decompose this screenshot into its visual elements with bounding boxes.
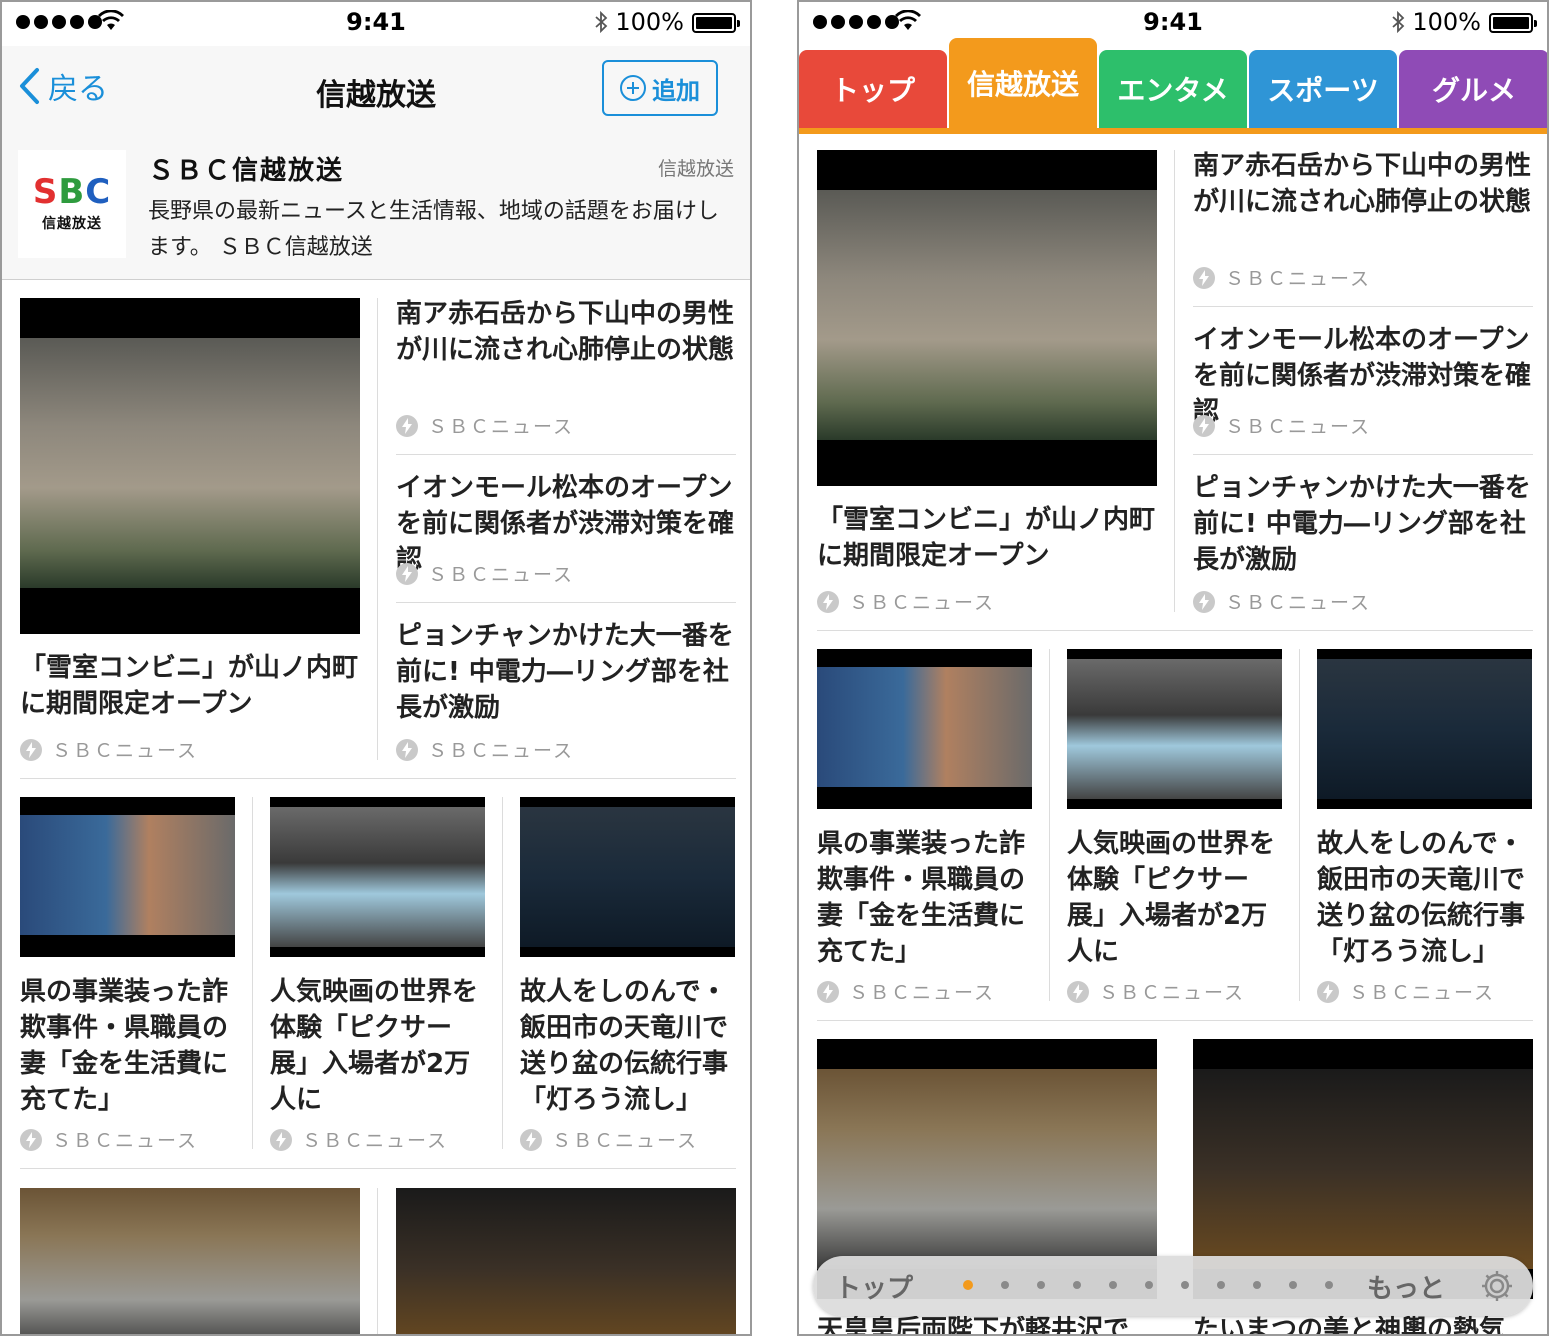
tab-entertainment[interactable]: エンタメ [1099,50,1247,128]
lightning-icon [520,1128,542,1151]
bluetooth-icon [595,10,608,34]
channel-description: 長野県の最新ニュースと生活情報、地域の話題をお届けします。 ＳＢＣ信越放送 [148,199,719,260]
page-dots [963,1280,1333,1290]
status-bar: 9:41 100% [799,2,1547,46]
article-title[interactable]: 県の事業装った詐欺事件・県職員の妻「金を生活費に充てた」 [817,826,1035,970]
battery-percent: 100% [615,8,684,36]
article-title[interactable]: 「雪室コンビニ」が山ノ内町に期間限定オープン [20,650,366,722]
article-thumbnail[interactable] [520,797,735,957]
article-source: ＳＢＣニュース [396,560,574,587]
page-dot[interactable] [1073,1281,1081,1289]
article-source: ＳＢＣニュース [817,978,995,1005]
add-channel-button[interactable]: 追加 [602,60,718,116]
article-source: ＳＢＣニュース [520,1126,698,1153]
article-source: ＳＢＣニュース [20,1126,198,1153]
tab-underline [799,128,1547,134]
article-source: ＳＢＣニュース [1193,412,1371,439]
tab-gourmet[interactable]: グルメ [1399,50,1547,128]
phone-screen-channel: 9:41 100% 戻る 信越放送 追加 SBC 信越放送 ＳＢＣ信越放送 信越… [0,0,752,1336]
article-title[interactable]: ピョンチャンかけた大一番を前に! 中電力―リング部を社長が激励 [396,618,738,726]
article-title[interactable]: 南ア赤石岳から下山中の男性が川に流され心肺停止の状態 [396,296,738,368]
article-thumbnail[interactable] [20,1188,360,1334]
article-source: ＳＢＣニュース [396,736,574,763]
tab-top[interactable]: トップ [799,50,947,128]
page-dot[interactable] [1181,1281,1189,1289]
article-source: ＳＢＣニュース [817,588,995,615]
lightning-icon [817,590,839,613]
battery-percent: 100% [1412,8,1481,36]
page-dot[interactable] [1109,1281,1117,1289]
add-label: 追加 [652,76,700,105]
article-thumbnail[interactable] [396,1188,736,1334]
article-title[interactable]: 人気映画の世界を体験「ピクサー展」入場者が2万人に [270,974,490,1118]
lightning-icon [396,414,418,437]
article-source: ＳＢＣニュース [20,736,198,763]
page-dot[interactable] [1289,1281,1297,1289]
lightning-icon [1193,590,1215,613]
article-source: ＳＢＣニュース [270,1126,448,1153]
channel-header: SBC 信越放送 ＳＢＣ信越放送 信越放送 長野県の最新ニュースと生活情報、地域… [2,136,750,280]
phone-screen-tabs: 9:41 100% トップ 信越放送 エンタメ スポーツ グルメ 「雪室コンビニ… [797,0,1549,1336]
article-thumbnail[interactable] [1067,649,1282,809]
lightning-icon [817,980,839,1003]
lightning-icon [1193,266,1215,289]
status-bar: 9:41 100% [2,2,750,46]
article-title[interactable]: 故人をしのんで・飯田市の天竜川で送り盆の伝統行事「灯ろう流し」 [520,974,740,1118]
page-dot[interactable] [1253,1281,1261,1289]
channel-tag: 信越放送 [657,158,734,180]
article-source: ＳＢＣニュース [1067,978,1245,1005]
plus-circle-icon [620,75,646,101]
article-thumbnail[interactable] [817,150,1157,486]
article-thumbnail[interactable] [20,298,360,634]
lightning-icon [1193,414,1215,437]
lightning-icon [1317,980,1339,1003]
article-title[interactable]: 故人をしのんで・飯田市の天竜川で送り盆の伝統行事「灯ろう流し」 [1317,826,1537,970]
gear-icon[interactable] [1479,1268,1515,1304]
article-title[interactable]: 南ア赤石岳から下山中の男性が川に流され心肺停止の状態 [1193,148,1535,220]
pager-more-label[interactable]: もっと [1367,1268,1445,1305]
article-source: ＳＢＣニュース [1317,978,1495,1005]
battery-icon [692,13,740,33]
lightning-icon [270,1128,292,1151]
article-source: ＳＢＣニュース [1193,264,1371,291]
article-title[interactable]: 人気映画の世界を体験「ピクサー展」入場者が2万人に [1067,826,1287,970]
lightning-icon [1067,980,1089,1003]
channel-name: ＳＢＣ信越放送 [148,156,345,186]
pager-top-label[interactable]: トップ [835,1268,913,1305]
tab-sports[interactable]: スポーツ [1249,50,1397,128]
article-title[interactable]: 県の事業装った詐欺事件・県職員の妻「金を生活費に充てた」 [20,974,238,1118]
page-dot[interactable] [1145,1281,1153,1289]
article-thumbnail[interactable] [1317,649,1532,809]
article-thumbnail[interactable] [20,797,235,957]
category-tab-bar: トップ 信越放送 エンタメ スポーツ グルメ [799,38,1547,134]
page-dot[interactable] [963,1280,973,1290]
lightning-icon [20,1128,42,1151]
article-title[interactable]: ピョンチャンかけた大一番を前に! 中電力―リング部を社長が激励 [1193,470,1535,578]
bluetooth-icon [1392,10,1405,34]
page-dot[interactable] [1037,1281,1045,1289]
lightning-icon [20,738,42,761]
battery-icon [1489,13,1537,33]
page-indicator-bar[interactable]: トップ もっと [813,1256,1533,1316]
page-dot[interactable] [1217,1281,1225,1289]
article-source: ＳＢＣニュース [1193,588,1371,615]
tab-shinetsu[interactable]: 信越放送 [949,38,1097,128]
lightning-icon [396,738,418,761]
article-source: ＳＢＣニュース [396,412,574,439]
article-thumbnail[interactable] [817,649,1032,809]
page-dot[interactable] [1001,1281,1009,1289]
nav-bar: 戻る 信越放送 追加 [2,46,750,136]
page-dot[interactable] [1325,1281,1333,1289]
article-thumbnail[interactable] [270,797,485,957]
lightning-icon [396,562,418,585]
article-title[interactable]: 「雪室コンビニ」が山ノ内町に期間限定オープン [817,502,1163,574]
channel-logo: SBC 信越放送 [18,150,126,258]
